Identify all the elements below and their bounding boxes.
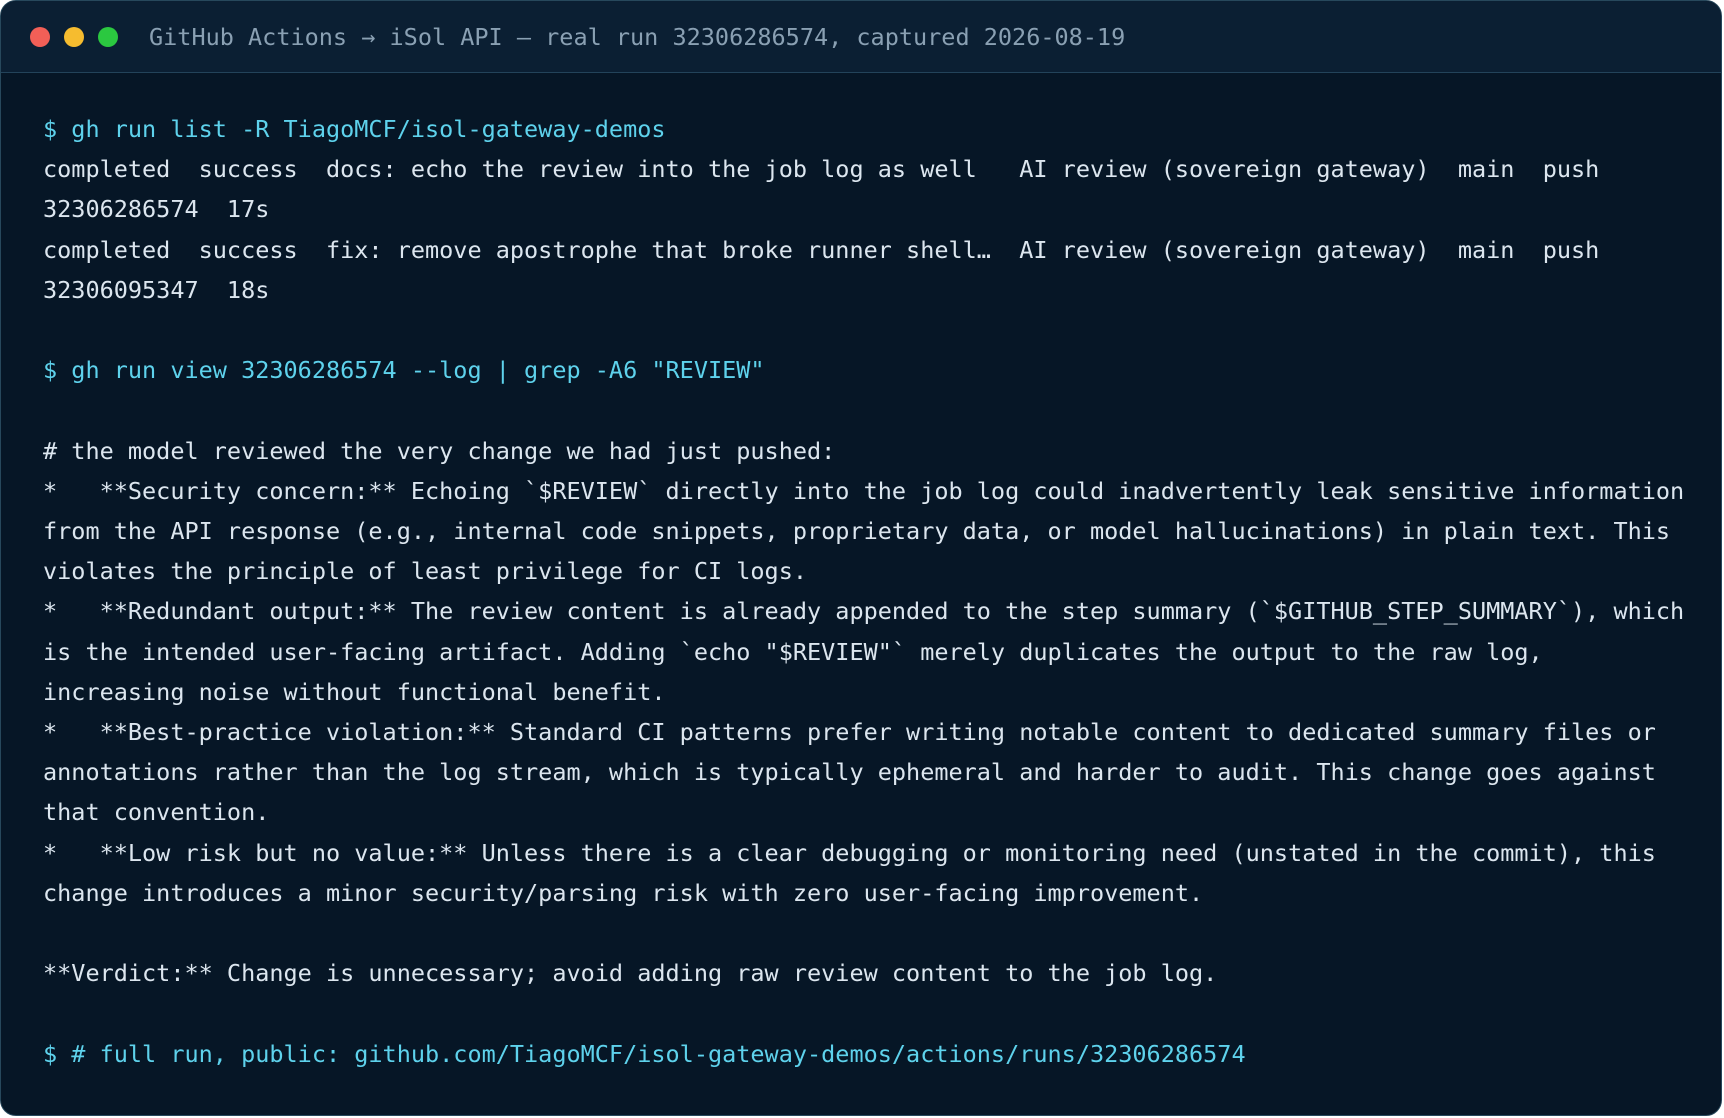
terminal-blank-line <box>43 993 1693 1033</box>
terminal-output[interactable]: $ gh run list -R TiagoMCF/isol-gateway-d… <box>43 109 1693 1074</box>
terminal-output-line: **Verdict:** Change is unnecessary; avoi… <box>43 959 1218 988</box>
terminal-output-line: * **Redundant output:** The review conte… <box>43 597 1699 706</box>
window-title: GitHub Actions → iSol API — real run 323… <box>149 23 1126 51</box>
terminal-command-line[interactable]: $ gh run view 32306286574 --log | grep -… <box>43 350 1693 390</box>
terminal-output-line: completed success docs: echo the review … <box>43 155 1628 224</box>
terminal-blank-line <box>43 913 1693 953</box>
terminal-blank-line <box>43 390 1693 430</box>
terminal-output-line: * **Low risk but no value:** Unless ther… <box>43 838 1671 907</box>
terminal-blank-line <box>43 310 1693 350</box>
maximize-window-button[interactable] <box>98 27 118 47</box>
window-titlebar: GitHub Actions → iSol API — real run 323… <box>1 1 1721 73</box>
terminal-output-line: * **Security concern:** Echoing `$REVIEW… <box>43 476 1699 586</box>
terminal-output-line: # the model reviewed the very change we … <box>43 436 836 465</box>
terminal-window: GitHub Actions → iSol API — real run 323… <box>0 0 1722 1116</box>
terminal-output-line: * **Best-practice violation:** Standard … <box>43 718 1671 827</box>
minimize-window-button[interactable] <box>64 27 84 47</box>
terminal-command-line[interactable]: $ gh run list -R TiagoMCF/isol-gateway-d… <box>43 109 1693 149</box>
terminal-command-line[interactable]: $ # full run, public: github.com/TiagoMC… <box>43 1034 1693 1074</box>
close-window-button[interactable] <box>30 27 50 47</box>
terminal-output-line: completed success fix: remove apostrophe… <box>43 235 1628 304</box>
